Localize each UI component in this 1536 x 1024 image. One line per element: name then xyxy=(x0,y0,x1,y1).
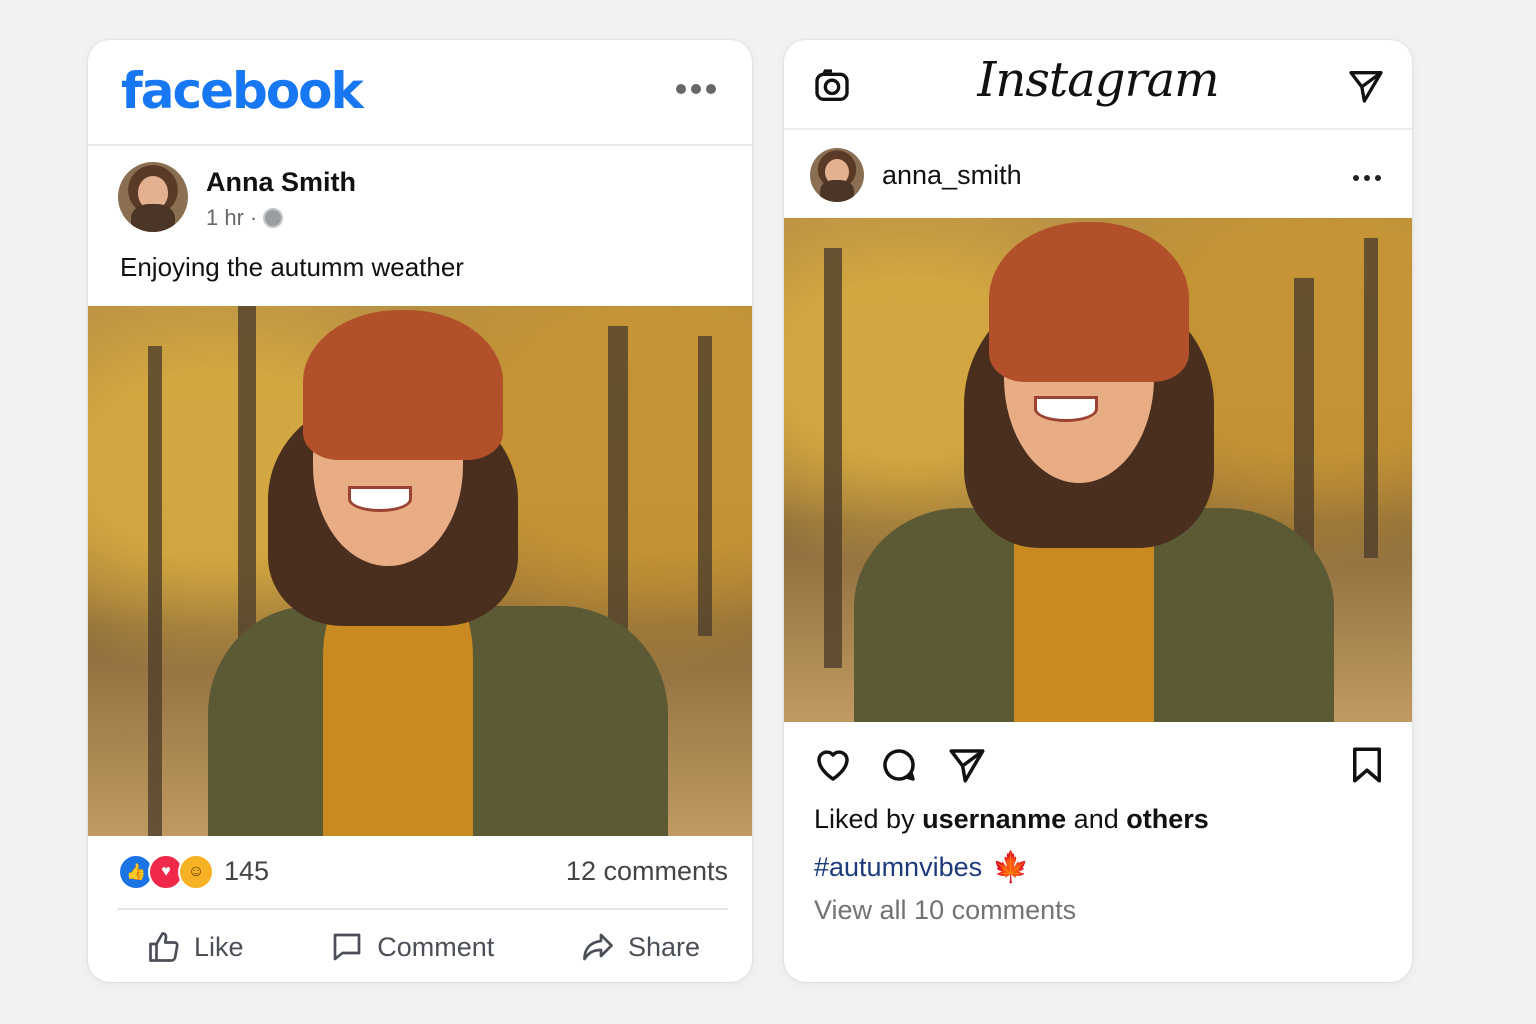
globe-icon xyxy=(263,208,284,228)
share-icon xyxy=(583,933,613,961)
post-caption: Enjoying the autumm weather xyxy=(120,252,464,282)
hashtag-text[interactable]: #autumnvibes xyxy=(814,852,982,883)
post-username[interactable]: anna_smith xyxy=(882,160,1022,191)
divider xyxy=(118,908,728,910)
instagram-logo[interactable]: Instagram xyxy=(784,52,1412,108)
instagram-header: Instagram xyxy=(784,40,1412,130)
thumbs-up-icon xyxy=(149,932,179,962)
avatar[interactable] xyxy=(810,148,864,202)
liked-by-prefix: Liked by xyxy=(814,804,915,834)
heart-icon[interactable] xyxy=(812,744,854,786)
direct-message-icon[interactable] xyxy=(1346,66,1386,106)
comment-button[interactable]: Comment xyxy=(301,920,522,974)
post-actions xyxy=(812,744,1388,788)
liked-by-and: and xyxy=(1073,804,1119,834)
more-options-icon[interactable] xyxy=(1353,175,1381,181)
facebook-header: facebook xyxy=(88,40,752,146)
avatar[interactable] xyxy=(118,162,188,232)
post-photo[interactable] xyxy=(784,218,1412,722)
facebook-post-card: facebook Anna Smith 1 hr · Enjoying the … xyxy=(88,40,752,982)
comment-icon xyxy=(333,933,361,961)
like-label: Like xyxy=(194,931,244,962)
post-time[interactable]: 1 hr xyxy=(206,205,244,231)
liked-by-others[interactable]: others xyxy=(1126,804,1209,834)
liked-by-text[interactable]: Liked by usernanme and others xyxy=(814,804,1209,835)
post-actions: Like Comment Share xyxy=(118,920,728,974)
bookmark-icon[interactable] xyxy=(1346,744,1388,786)
maple-leaf-icon: 🍁 xyxy=(992,851,1030,884)
share-label: Share xyxy=(627,931,700,962)
facebook-logo[interactable]: facebook xyxy=(121,62,364,120)
comment-icon[interactable] xyxy=(878,744,920,786)
like-button[interactable]: Like xyxy=(118,920,272,974)
post-meta: 1 hr · xyxy=(206,205,284,231)
reactions-bar: 👍 ♥ ☺ 145 12 comments xyxy=(118,852,728,896)
share-button[interactable]: Share xyxy=(552,920,728,974)
comments-count[interactable]: 12 comments xyxy=(566,856,728,887)
more-options-icon[interactable] xyxy=(676,84,716,94)
hashtag[interactable]: #autumnvibes 🍁 xyxy=(814,850,1029,885)
reaction-icons[interactable]: 👍 ♥ ☺ xyxy=(118,854,214,890)
instagram-post-card: Instagram anna_smith Liked by usernanme … xyxy=(784,40,1412,982)
post-photo[interactable] xyxy=(88,306,752,836)
meta-separator: · xyxy=(249,205,258,230)
view-all-comments-link[interactable]: View all 10 comments xyxy=(814,895,1076,926)
post-author-name[interactable]: Anna Smith xyxy=(206,167,356,198)
liked-by-user[interactable]: usernanme xyxy=(922,804,1066,834)
haha-icon: ☺ xyxy=(178,854,214,890)
reaction-count[interactable]: 145 xyxy=(224,856,269,887)
comment-label: Comment xyxy=(377,931,495,962)
share-icon[interactable] xyxy=(946,744,988,786)
